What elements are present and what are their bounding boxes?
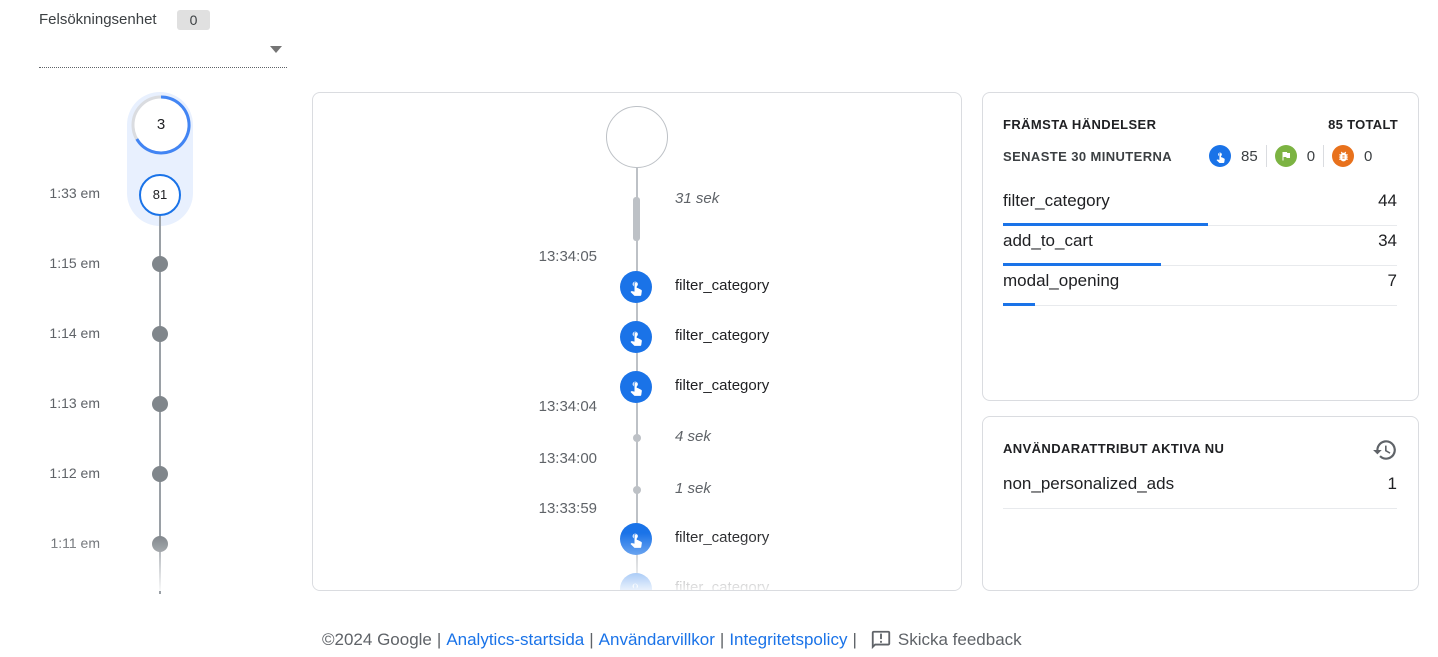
errors-counter-value: 0 xyxy=(1364,147,1373,165)
event-row-share-bar xyxy=(1003,303,1035,306)
conversions-counter: 0 xyxy=(1265,145,1323,167)
flag-icon xyxy=(1274,145,1297,167)
stream-gap-label: 31 sek xyxy=(675,190,720,207)
minute-row: 1:14 em xyxy=(0,319,300,349)
touch-icon xyxy=(620,523,652,555)
minute-row: 1:11 em xyxy=(0,529,300,559)
event-row[interactable]: add_to_cart 34 xyxy=(1003,226,1397,266)
touch-icon xyxy=(620,371,652,403)
event-row-name: add_to_cart xyxy=(1003,231,1093,250)
stream-event-name: filter_category xyxy=(675,377,770,394)
minute-dot[interactable] xyxy=(152,256,168,272)
minute-time: 1:33 em xyxy=(49,185,100,201)
minute-dot[interactable] xyxy=(152,466,168,482)
touch-icon xyxy=(620,573,652,590)
event-row-count: 44 xyxy=(1378,191,1397,210)
minute-time: 1:11 em xyxy=(50,535,100,551)
minute-time: 1:15 em xyxy=(49,255,100,271)
stream-timestamp: 13:33:59 xyxy=(538,500,597,517)
stream-gap-label: 1 sek xyxy=(675,480,711,497)
minute-active-count[interactable]: 81 xyxy=(139,174,181,216)
debug-device-count: 0 xyxy=(177,10,210,30)
stream-timestamp: 13:34:05 xyxy=(538,248,597,265)
event-row-name: non_personalized_ads xyxy=(1003,474,1175,493)
event-row[interactable]: filter_category 44 xyxy=(1003,186,1397,226)
minute-row: 1:15 em xyxy=(0,249,300,279)
top-events-card: FRÄMSTA HÄNDELSER 85 TOTALT SENASTE 30 M… xyxy=(982,92,1419,401)
stream-gap-dot xyxy=(633,434,641,442)
event-row[interactable]: modal_opening 7 xyxy=(1003,266,1397,306)
send-feedback-label: Skicka feedback xyxy=(897,630,1022,649)
minute-dot[interactable] xyxy=(152,396,168,412)
stream-event[interactable]: filter_category xyxy=(620,573,960,591)
minute-time: 1:14 em xyxy=(49,325,100,341)
footer-separator: | xyxy=(719,630,725,649)
minute-row: 1:13 em xyxy=(0,389,300,419)
top-events-subtitle: SENASTE 30 MINUTERNA xyxy=(1003,149,1173,164)
stream-event[interactable]: filter_category xyxy=(620,321,960,353)
footer-separator: | xyxy=(852,630,857,649)
footer-link-terms[interactable]: Användarvillkor xyxy=(599,630,715,650)
bug-icon xyxy=(1332,145,1355,167)
errors-counter: 0 xyxy=(1323,145,1380,167)
event-counters: 85 0 0 xyxy=(1209,144,1380,168)
minute-row: 1:12 em xyxy=(0,459,300,489)
event-row[interactable]: non_personalized_ads 1 xyxy=(1003,469,1397,509)
stream-start-marker xyxy=(606,106,668,168)
minute-row: 1:33 em 81 xyxy=(0,174,300,216)
events-counter: 85 xyxy=(1209,145,1266,167)
feedback-icon xyxy=(871,630,891,650)
stream-event-name: filter_category xyxy=(675,529,770,546)
user-attributes-title: ANVÄNDARATTRIBUT AKTIVA NU xyxy=(1003,441,1225,456)
history-icon[interactable] xyxy=(1372,437,1398,463)
seconds-count[interactable]: 3 xyxy=(131,95,191,155)
stream-gap-label: 4 sek xyxy=(675,428,711,445)
event-row-count: 7 xyxy=(1387,271,1397,290)
minute-dot[interactable] xyxy=(152,326,168,342)
stream-event-name: filter_category xyxy=(675,327,770,344)
touch-icon xyxy=(1209,145,1231,167)
footer-link-analytics-home[interactable]: Analytics-startsida xyxy=(446,630,584,650)
user-attributes-card: ANVÄNDARATTRIBUT AKTIVA NU non_personali… xyxy=(982,416,1419,591)
footer-separator: | xyxy=(589,630,594,649)
minute-time: 1:13 em xyxy=(49,395,100,411)
footer-separator: | xyxy=(436,630,442,649)
debug-device-label: Felsökningsenhet xyxy=(39,11,157,28)
top-events-total: 85 TOTALT xyxy=(1328,117,1398,132)
stream-event[interactable]: filter_category xyxy=(620,271,960,303)
event-row-name: modal_opening xyxy=(1003,271,1120,290)
debug-device-dropdown[interactable] xyxy=(39,38,287,68)
stream-gap-dot xyxy=(633,486,641,494)
footer: ©2024 Google | Analytics-startsida | Anv… xyxy=(322,629,1022,651)
footer-copyright: ©2024 Google xyxy=(322,630,432,649)
send-feedback-button[interactable]: Skicka feedback xyxy=(870,629,1022,651)
top-events-list: filter_category 44 add_to_cart 34 modal_open… xyxy=(1003,186,1397,306)
touch-icon xyxy=(620,321,652,353)
user-attributes-list: non_personalized_ads 1 xyxy=(1003,469,1397,509)
chevron-down-icon xyxy=(270,46,282,53)
conversions-counter-value: 0 xyxy=(1306,147,1316,165)
stream-timestamp: 13:34:04 xyxy=(538,398,597,415)
stream-timestamp: 13:34:00 xyxy=(538,450,597,467)
stream-event[interactable]: filter_category xyxy=(620,523,960,555)
stream-event-name: filter_category xyxy=(675,579,770,591)
event-stream-card: 31 sek 13:34:05 filter_category filter_c… xyxy=(312,92,962,591)
stream-gap-bar xyxy=(633,197,640,241)
events-counter-value: 85 xyxy=(1241,147,1258,165)
top-events-title: FRÄMSTA HÄNDELSER xyxy=(1003,117,1157,132)
minute-dot[interactable] xyxy=(152,536,168,552)
touch-icon xyxy=(620,271,652,303)
footer-link-privacy[interactable]: Integritetspolicy xyxy=(729,630,847,650)
event-row-count: 1 xyxy=(1387,474,1397,493)
minute-time: 1:12 em xyxy=(49,465,100,481)
event-row-count: 34 xyxy=(1378,231,1397,250)
stream-event-name: filter_category xyxy=(675,277,770,294)
event-row-name: filter_category xyxy=(1003,191,1110,210)
stream-event[interactable]: filter_category xyxy=(620,371,960,403)
minute-timeline: 3 1:33 em 81 1:15 em 1:14 em 1:13 em 1:1… xyxy=(0,80,300,600)
